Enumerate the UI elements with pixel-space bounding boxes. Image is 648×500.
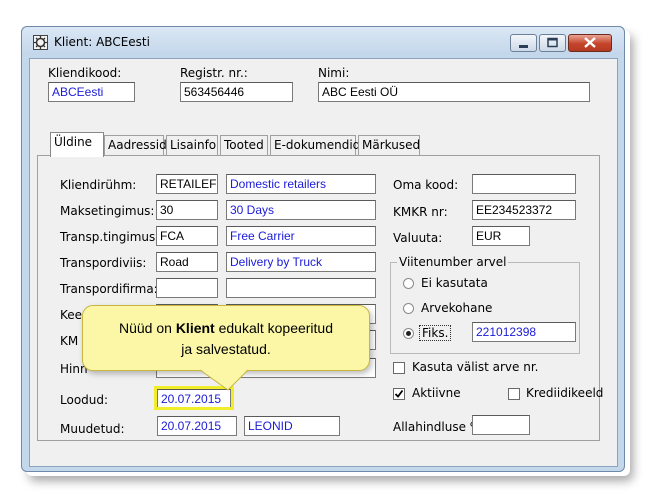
callout-tail [199,369,249,391]
